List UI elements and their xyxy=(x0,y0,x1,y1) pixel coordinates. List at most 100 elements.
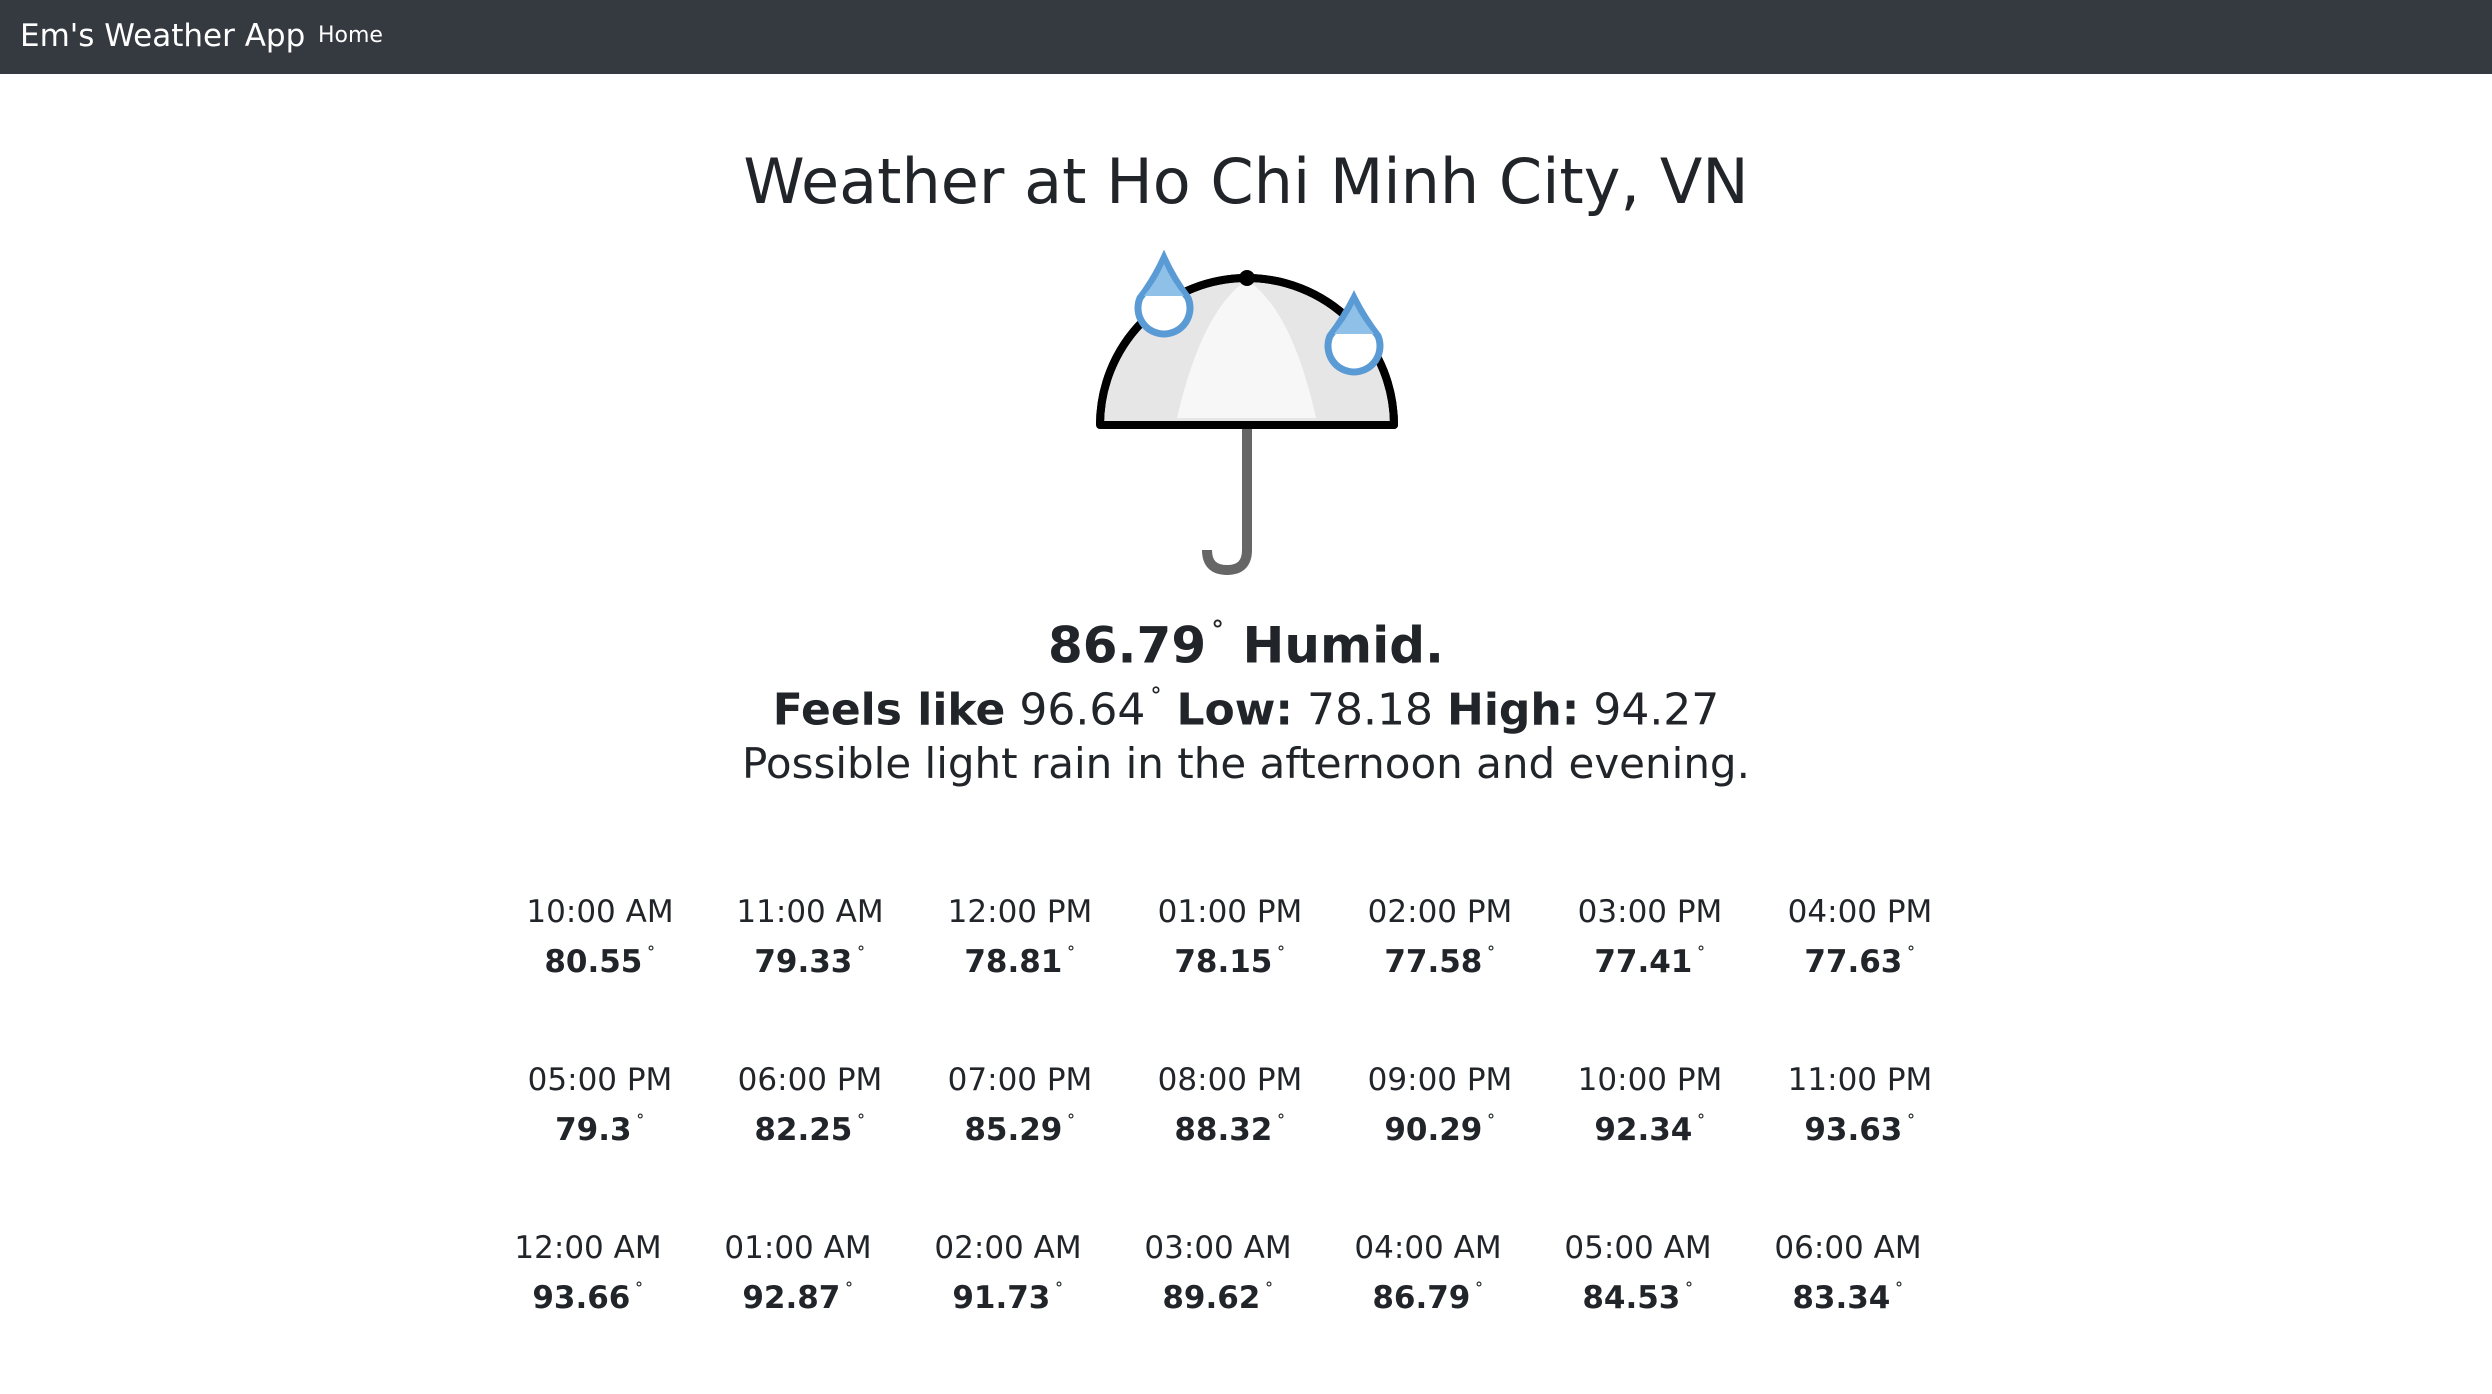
degree-symbol: ˚ xyxy=(1149,686,1163,717)
high-value: 94.27 xyxy=(1593,684,1720,736)
hourly-temp-value: 77.63 xyxy=(1804,944,1903,981)
hourly-item: 06:00 PM 82.25 ˚ xyxy=(710,1058,910,1153)
degree-symbol: ˚ xyxy=(1696,946,1706,967)
degree-symbol: ˚ xyxy=(635,1114,645,1135)
feels-like-value: 96.64 xyxy=(1019,684,1146,736)
hourly-time: 02:00 AM xyxy=(934,1230,1082,1266)
hourly-temp-value: 92.87 xyxy=(742,1280,841,1317)
hourly-temp: 86.79 ˚ xyxy=(1328,1270,1528,1321)
hourly-temp-value: 93.66 xyxy=(532,1280,631,1317)
hourly-item: 01:00 PM 78.15 ˚ xyxy=(1130,890,1330,985)
hourly-temp-value: 93.63 xyxy=(1804,1112,1903,1149)
hourly-temp: 89.62 ˚ xyxy=(1118,1270,1318,1321)
nav-home-link[interactable]: Home xyxy=(318,20,383,52)
hourly-time: 11:00 AM xyxy=(736,894,884,930)
hourly-item: 03:00 AM 89.62 ˚ xyxy=(1118,1226,1318,1321)
hourly-temp: 85.29 ˚ xyxy=(920,1102,1120,1153)
hourly-temp-value: 78.15 xyxy=(1174,944,1273,981)
hourly-temp: 93.66 ˚ xyxy=(488,1270,688,1321)
current-condition: Humid. xyxy=(1242,616,1445,675)
hourly-item: 06:00 AM 83.34 ˚ xyxy=(1748,1226,1948,1321)
hourly-item: 11:00 PM 93.63 ˚ xyxy=(1760,1058,1960,1153)
hourly-temp: 84.53 ˚ xyxy=(1538,1270,1738,1321)
hourly-time: 04:00 PM xyxy=(1787,894,1933,930)
hourly-item: 12:00 AM 93.66 ˚ xyxy=(488,1226,688,1321)
degree-symbol: ˚ xyxy=(1486,1114,1496,1135)
hourly-temp-value: 92.34 xyxy=(1594,1112,1693,1149)
hourly-time: 07:00 PM xyxy=(947,1062,1093,1098)
umbrella-rain-icon xyxy=(1092,249,1402,580)
hourly-temp: 79.3 ˚ xyxy=(500,1102,700,1153)
low-value: 78.18 xyxy=(1307,684,1433,736)
hourly-temp: 88.32 ˚ xyxy=(1130,1102,1330,1153)
weather-summary: Possible light rain in the afternoon and… xyxy=(742,739,1750,788)
degree-symbol: ˚ xyxy=(856,1114,866,1135)
degree-symbol: ˚ xyxy=(1210,619,1226,654)
hourly-time: 05:00 AM xyxy=(1564,1230,1712,1266)
hourly-temp-value: 83.34 xyxy=(1792,1280,1891,1317)
hourly-temp-value: 91.73 xyxy=(952,1280,1051,1317)
hourly-time: 04:00 AM xyxy=(1354,1230,1502,1266)
hourly-temp: 78.81 ˚ xyxy=(920,934,1120,985)
hourly-temp: 93.63 ˚ xyxy=(1760,1102,1960,1153)
hourly-temp: 77.63 ˚ xyxy=(1760,934,1960,985)
degree-symbol: ˚ xyxy=(856,946,866,967)
degree-symbol: ˚ xyxy=(634,1282,644,1303)
hourly-item: 01:00 AM 92.87 ˚ xyxy=(698,1226,898,1321)
feels-like-label: Feels like xyxy=(772,684,1006,736)
navbar: Em's Weather App Home xyxy=(0,0,2492,74)
current-conditions: 86.79 ˚ Humid. xyxy=(0,604,2492,679)
hourly-time: 06:00 AM xyxy=(1774,1230,1922,1266)
hourly-temp-value: 82.25 xyxy=(754,1112,853,1149)
hourly-temp: 78.15 ˚ xyxy=(1130,934,1330,985)
hourly-item: 10:00 PM 92.34 ˚ xyxy=(1550,1058,1750,1153)
degree-symbol: ˚ xyxy=(646,946,656,967)
hourly-temp-value: 77.58 xyxy=(1384,944,1483,981)
hourly-item: 03:00 PM 77.41 ˚ xyxy=(1550,890,1750,985)
hourly-temp-value: 89.62 xyxy=(1162,1280,1261,1317)
hourly-temp: 91.73 ˚ xyxy=(908,1270,1108,1321)
hourly-time: 01:00 AM xyxy=(724,1230,872,1266)
hourly-temp-value: 88.32 xyxy=(1174,1112,1273,1149)
hourly-item: 11:00 AM 79.33 ˚ xyxy=(710,890,910,985)
hourly-time: 08:00 PM xyxy=(1157,1062,1303,1098)
current-temperature: 86.79 xyxy=(1047,616,1207,675)
hourly-temp: 82.25 ˚ xyxy=(710,1102,910,1153)
hourly-temp: 77.41 ˚ xyxy=(1550,934,1750,985)
degree-symbol: ˚ xyxy=(1696,1114,1706,1135)
degree-symbol: ˚ xyxy=(1906,1114,1916,1135)
degree-symbol: ˚ xyxy=(1684,1282,1694,1303)
degree-symbol: ˚ xyxy=(844,1282,854,1303)
hourly-row: 05:00 PM 79.3 ˚ 06:00 PM 82.25 ˚ 07:00 PM 85.29… xyxy=(500,1058,1992,1226)
hourly-item: 05:00 AM 84.53 ˚ xyxy=(1538,1226,1738,1321)
hourly-row: 10:00 AM 80.55 ˚ 11:00 AM 79.33 ˚ 12:00 PM 78.8… xyxy=(500,890,1992,1058)
hourly-temp-value: 84.53 xyxy=(1582,1280,1681,1317)
hourly-item: 07:00 PM 85.29 ˚ xyxy=(920,1058,1120,1153)
low-label: Low: xyxy=(1176,684,1294,736)
hourly-item: 02:00 AM 91.73 ˚ xyxy=(908,1226,1108,1321)
brand-link[interactable]: Em's Weather App xyxy=(20,14,305,58)
hourly-temp-value: 79.3 xyxy=(555,1112,632,1149)
temperature-details: Feels like 96.64 ˚ Low: 78.18 High: 94.27 xyxy=(0,672,2492,741)
hourly-item: 05:00 PM 79.3 ˚ xyxy=(500,1058,700,1153)
hourly-time: 01:00 PM xyxy=(1157,894,1303,930)
hourly-item: 08:00 PM 88.32 ˚ xyxy=(1130,1058,1330,1153)
hourly-temp: 83.34 ˚ xyxy=(1748,1270,1948,1321)
hourly-item: 09:00 PM 90.29 ˚ xyxy=(1340,1058,1540,1153)
hourly-forecast: 10:00 AM 80.55 ˚ 11:00 AM 79.33 ˚ 12:00 PM 78.8… xyxy=(500,890,1992,1394)
hourly-temp-value: 90.29 xyxy=(1384,1112,1483,1149)
hourly-item: 04:00 PM 77.63 ˚ xyxy=(1760,890,1960,985)
degree-symbol: ˚ xyxy=(1066,946,1076,967)
hourly-temp: 92.87 ˚ xyxy=(698,1270,898,1321)
hourly-time: 03:00 AM xyxy=(1144,1230,1292,1266)
hourly-temp-value: 78.81 xyxy=(964,944,1063,981)
hourly-time: 06:00 PM xyxy=(737,1062,883,1098)
hourly-time: 03:00 PM xyxy=(1577,894,1723,930)
hourly-item: 12:00 PM 78.81 ˚ xyxy=(920,890,1120,985)
hourly-time: 10:00 PM xyxy=(1577,1062,1723,1098)
hourly-temp-value: 85.29 xyxy=(964,1112,1063,1149)
hourly-row: 12:00 AM 93.66 ˚ 01:00 AM 92.87 ˚ 02:00 AM 91.7… xyxy=(500,1226,1992,1394)
hourly-temp-value: 79.33 xyxy=(754,944,853,981)
hourly-time: 05:00 PM xyxy=(527,1062,673,1098)
degree-symbol: ˚ xyxy=(1894,1282,1904,1303)
